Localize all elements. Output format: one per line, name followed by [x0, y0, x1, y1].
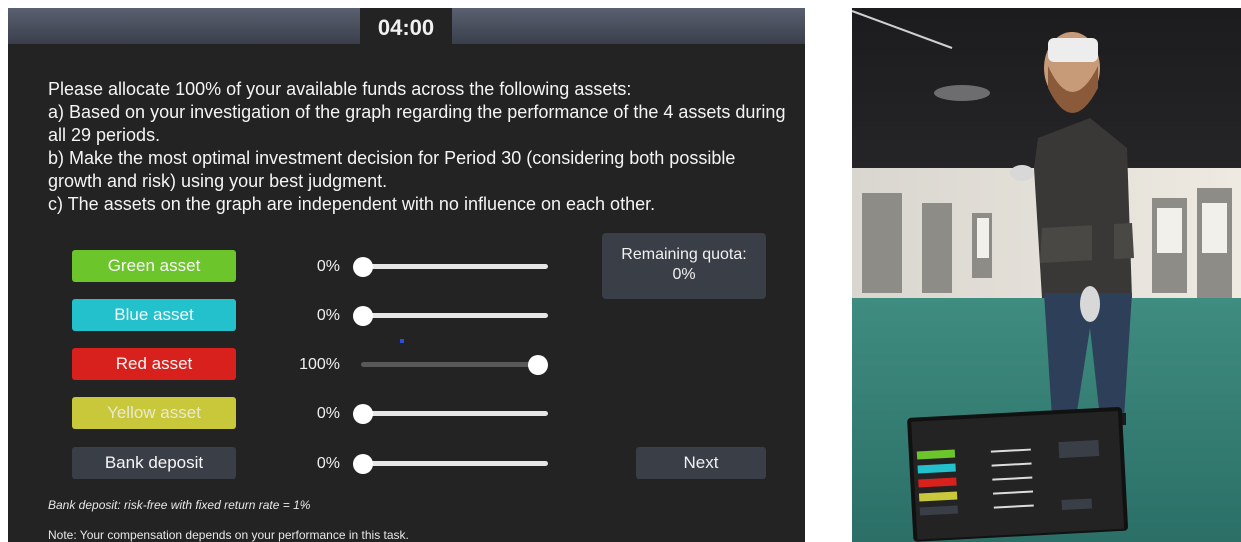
pointer-dot — [400, 339, 404, 343]
bank-deposit-note: Bank deposit: risk-free with fixed retur… — [48, 498, 311, 512]
blue-asset-slider[interactable] — [353, 306, 548, 326]
remaining-quota-box: Remaining quota: 0% — [602, 233, 766, 299]
bank-deposit-percent: 0% — [316, 455, 340, 472]
bank-deposit-slider[interactable] — [353, 454, 548, 474]
red-asset-percent: 100% — [299, 356, 340, 373]
slider-handle[interactable] — [353, 306, 373, 326]
instruction-line: a) Based on your investigation of the gr… — [48, 102, 786, 145]
slider-track — [361, 264, 548, 269]
blue-asset-percent: 0% — [316, 307, 340, 324]
instructions: Please allocate 100% of your available f… — [48, 78, 788, 216]
vr-allocation-panel: 04:00 Please allocate 100% of your avail… — [8, 8, 805, 542]
slider-handle[interactable] — [353, 257, 373, 277]
yellow-asset-slider[interactable] — [353, 404, 548, 424]
remaining-quota-value: 0% — [672, 266, 696, 283]
red-asset-button[interactable]: Red asset — [72, 348, 236, 380]
participant-photo-illustration — [852, 8, 1241, 542]
countdown-timer: 04:00 — [360, 8, 452, 48]
bank-deposit-button[interactable]: Bank deposit — [72, 447, 236, 479]
green-asset-percent: 0% — [316, 258, 340, 275]
red-asset-slider[interactable] — [353, 355, 548, 375]
slider-handle[interactable] — [528, 355, 548, 375]
green-asset-button[interactable]: Green asset — [72, 250, 236, 282]
instruction-line: Please allocate 100% of your available f… — [48, 79, 632, 99]
slider-track — [361, 411, 548, 416]
green-asset-slider[interactable] — [353, 257, 548, 277]
slider-handle[interactable] — [353, 454, 373, 474]
next-button[interactable]: Next — [636, 447, 766, 479]
blue-asset-button[interactable]: Blue asset — [72, 299, 236, 331]
slider-track — [361, 313, 548, 318]
participant-photo — [852, 8, 1241, 542]
instruction-line: c) The assets on the graph are independe… — [48, 194, 656, 214]
slider-track — [361, 362, 548, 367]
yellow-asset-percent: 0% — [316, 405, 340, 422]
slider-handle[interactable] — [353, 404, 373, 424]
slider-track — [361, 461, 548, 466]
compensation-note: Note: Your compensation depends on your … — [48, 528, 409, 542]
yellow-asset-button[interactable]: Yellow asset — [72, 397, 236, 429]
instruction-line: b) Make the most optimal investment deci… — [48, 148, 736, 191]
remaining-quota-label: Remaining quota: — [621, 246, 747, 263]
